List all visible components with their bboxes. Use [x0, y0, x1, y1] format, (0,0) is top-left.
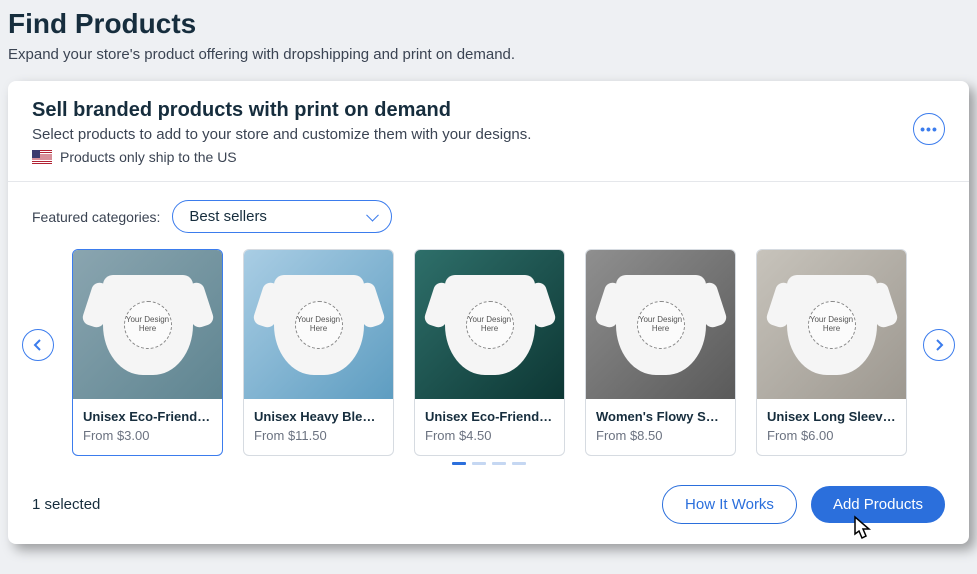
- chevron-left-icon: [32, 339, 44, 351]
- product-price: From $6.00: [767, 428, 896, 443]
- product-image: Your Design Here: [73, 250, 222, 399]
- card-subtitle: Select products to add to your store and…: [32, 126, 945, 143]
- category-select[interactable]: Best sellers: [172, 200, 392, 233]
- page-dot[interactable]: [512, 462, 526, 465]
- product-price: From $11.50: [254, 428, 383, 443]
- selected-count: 1 selected: [32, 496, 100, 513]
- product-price: From $4.50: [425, 428, 554, 443]
- product-card[interactable]: Your Design Here Unisex Eco-Friendly Co.…: [414, 249, 565, 456]
- filters-row: Featured categories: Best sellers: [8, 182, 969, 239]
- us-flag-icon: [32, 150, 52, 164]
- product-name: Unisex Eco-Friendly Co...: [425, 409, 554, 424]
- page-dot[interactable]: [472, 462, 486, 465]
- add-products-button[interactable]: Add Products: [811, 486, 945, 523]
- product-card[interactable]: Your Design Here Unisex Eco-Friendly He.…: [72, 249, 223, 456]
- page-dot[interactable]: [492, 462, 506, 465]
- product-image: Your Design Here: [415, 250, 564, 399]
- product-price: From $8.50: [596, 428, 725, 443]
- product-card[interactable]: Your Design Here Unisex Long Sleeve T-..…: [756, 249, 907, 456]
- ship-notice-text: Products only ship to the US: [60, 149, 237, 165]
- ship-notice: Products only ship to the US: [32, 149, 945, 165]
- card-footer: 1 selected How It Works Add Products: [8, 477, 969, 544]
- chevron-right-icon: [933, 339, 945, 351]
- card-header: Sell branded products with print on dema…: [8, 81, 969, 182]
- page-dot[interactable]: [452, 462, 466, 465]
- pod-card: Sell branded products with print on dema…: [8, 81, 969, 544]
- product-card[interactable]: Your Design Here Women's Flowy Scoop ...…: [585, 249, 736, 456]
- product-image: Your Design Here: [757, 250, 906, 399]
- design-placeholder: Your Design Here: [124, 301, 172, 349]
- filters-label: Featured categories:: [32, 209, 160, 225]
- product-name: Unisex Long Sleeve T-...: [767, 409, 896, 424]
- more-options-button[interactable]: •••: [913, 113, 945, 145]
- product-name: Unisex Eco-Friendly He...: [83, 409, 212, 424]
- product-name: Unisex Heavy Blend H...: [254, 409, 383, 424]
- product-list: Your Design Here Unisex Eco-Friendly He.…: [72, 249, 905, 456]
- carousel-prev-button[interactable]: [22, 329, 54, 361]
- product-price: From $3.00: [83, 428, 212, 443]
- category-select-value: Best sellers: [189, 208, 267, 225]
- product-card[interactable]: Your Design Here Unisex Heavy Blend H...…: [243, 249, 394, 456]
- product-name: Women's Flowy Scoop ...: [596, 409, 725, 424]
- design-placeholder: Your Design Here: [295, 301, 343, 349]
- carousel-next-button[interactable]: [923, 329, 955, 361]
- product-image: Your Design Here: [586, 250, 735, 399]
- design-placeholder: Your Design Here: [637, 301, 685, 349]
- carousel: Your Design Here Unisex Eco-Friendly He.…: [8, 239, 969, 477]
- design-placeholder: Your Design Here: [808, 301, 856, 349]
- design-placeholder: Your Design Here: [466, 301, 514, 349]
- page-subtitle: Expand your store's product offering wit…: [8, 46, 969, 63]
- card-title: Sell branded products with print on dema…: [32, 99, 945, 122]
- page-title: Find Products: [8, 8, 969, 40]
- pagination-dots: [32, 456, 945, 469]
- how-it-works-button[interactable]: How It Works: [662, 485, 797, 524]
- product-image: Your Design Here: [244, 250, 393, 399]
